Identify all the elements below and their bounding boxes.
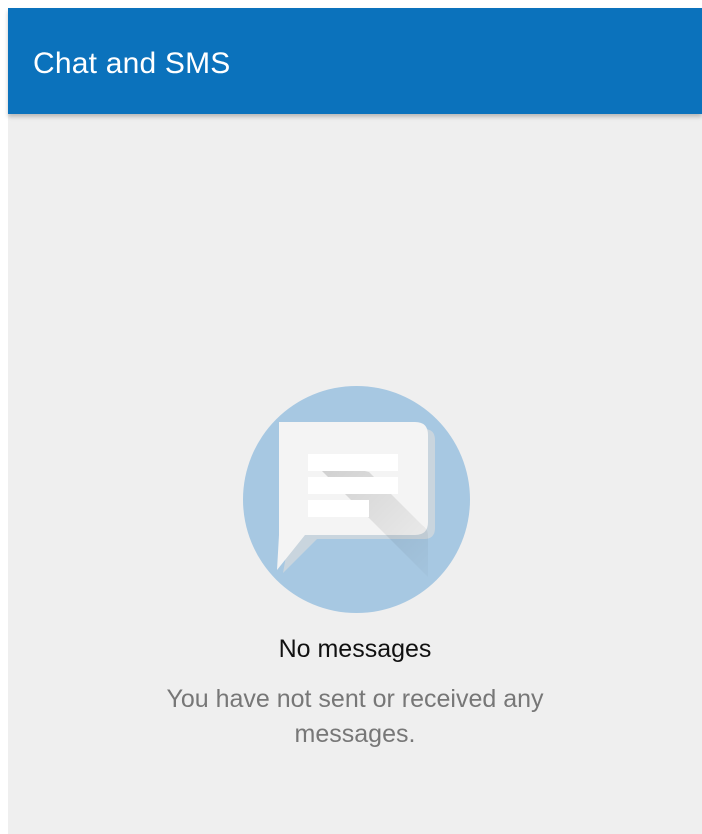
empty-state-message: You have not sent or received any messag… xyxy=(166,685,544,748)
app-bar: Chat and SMS xyxy=(8,8,702,114)
app-screen: Chat and SMS No messages You have not se… xyxy=(8,8,702,834)
empty-state: No messages You have not sent or receive… xyxy=(8,114,702,834)
page-title: Chat and SMS xyxy=(33,47,231,80)
chat-bubble-icon xyxy=(243,386,470,613)
empty-state-title: No messages xyxy=(278,635,432,663)
